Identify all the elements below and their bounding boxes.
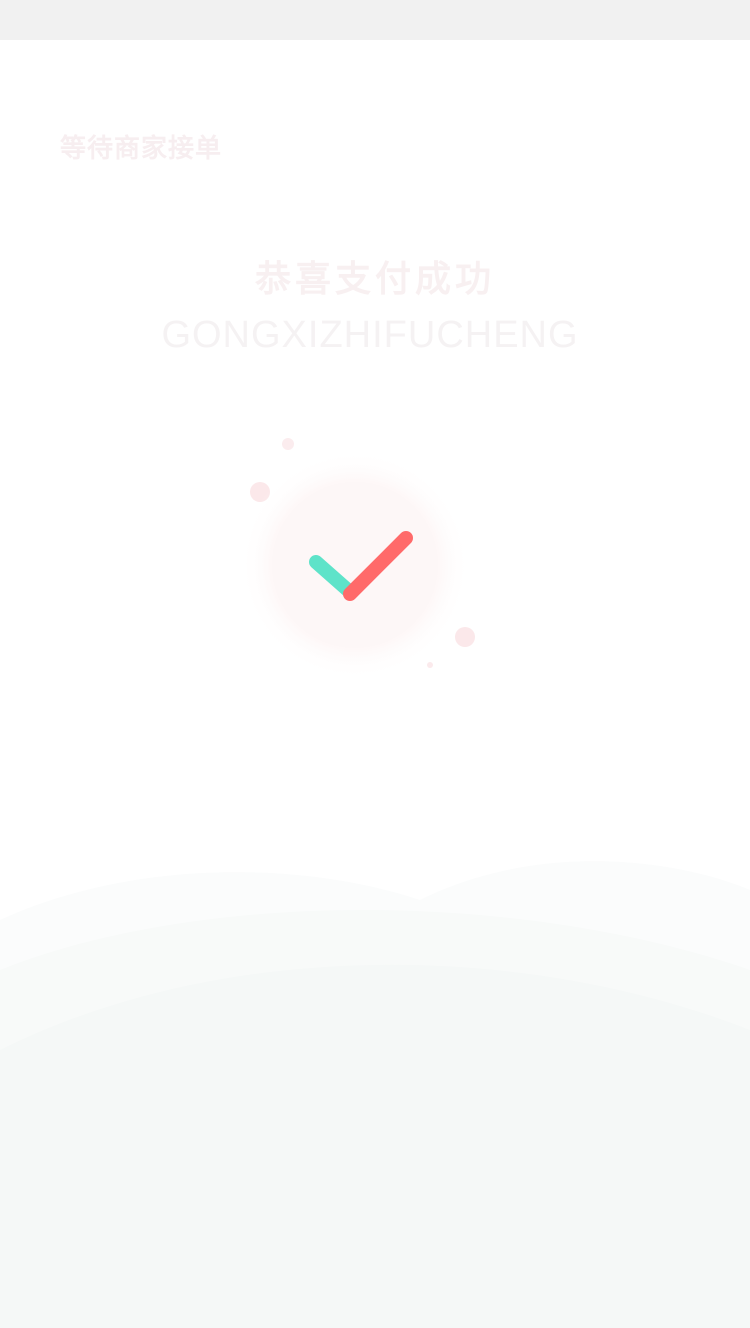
background-waves [0, 861, 750, 1328]
success-title: 恭喜支付成功 [254, 259, 495, 300]
decor-dot [282, 438, 294, 450]
success-illustration [240, 438, 475, 680]
payment-success-page: 等待商家接单 恭喜支付成功 GONGXIZHIFUCHENG [0, 40, 750, 1328]
wave-front [0, 964, 750, 1328]
decor-dot [455, 627, 475, 647]
order-status-text: 等待商家接单 [60, 134, 223, 164]
top-bar [0, 0, 750, 40]
decor-dot [427, 662, 433, 668]
check-circle [272, 482, 438, 648]
success-title-pinyin: GONGXIZHIFUCHENG [161, 314, 579, 356]
